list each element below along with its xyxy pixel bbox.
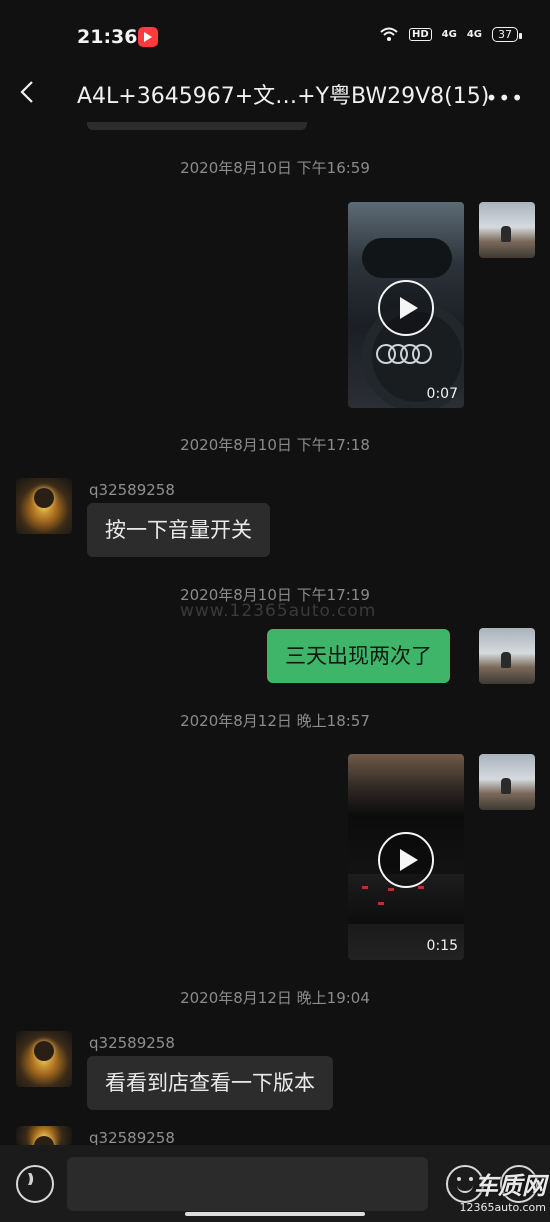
- sender-name: q32589258: [89, 1034, 175, 1052]
- chat-title: A4L+3645967+文…+Y粤BW29V8(15): [77, 84, 490, 109]
- video-duration: 0:07: [426, 386, 458, 402]
- back-arrow-icon[interactable]: [18, 80, 38, 104]
- audi-logo-icon: [376, 344, 440, 364]
- timestamp: 2020年8月12日 晚上19:04: [180, 989, 370, 1007]
- site-logo: 车质网 12365auto.com: [459, 1166, 546, 1214]
- video-app-notification-icon: [138, 27, 158, 47]
- my-avatar[interactable]: [479, 628, 535, 684]
- watermark-text: www.12365auto.com: [180, 601, 377, 621]
- logo-text: 车质网: [474, 1172, 546, 1200]
- previous-message-edge: [87, 122, 307, 130]
- hd-voice-icon: HD: [408, 27, 432, 41]
- timestamp: 2020年8月10日 下午16:59: [180, 159, 370, 177]
- video-duration: 0:15: [426, 938, 458, 954]
- contact-avatar[interactable]: [16, 1126, 72, 1145]
- logo-url: 12365auto.com: [459, 1201, 546, 1214]
- incoming-message[interactable]: 看看到店查看一下版本: [87, 1056, 333, 1110]
- video-message[interactable]: 0:07: [348, 202, 464, 408]
- video-message[interactable]: 0:15: [348, 754, 464, 960]
- my-avatar[interactable]: [479, 202, 535, 258]
- status-bar: 21:36 HD 4G 4G 37: [0, 0, 550, 72]
- message-text-input[interactable]: [67, 1157, 428, 1211]
- sender-name: q32589258: [89, 481, 175, 499]
- dashboard-thumbnail: [362, 238, 452, 278]
- timestamp: 2020年8月12日 晚上18:57: [180, 712, 370, 730]
- signal-icon-1: 4G: [441, 28, 457, 40]
- play-icon[interactable]: [378, 832, 434, 888]
- contact-avatar[interactable]: [16, 478, 72, 534]
- incoming-message[interactable]: 按一下音量开关: [87, 503, 270, 557]
- status-icons: HD 4G 4G 37: [379, 26, 522, 42]
- clock: 21:36: [77, 26, 138, 48]
- signal-icon-2: 4G: [466, 28, 482, 40]
- outgoing-message[interactable]: 三天出现两次了: [267, 629, 450, 683]
- my-avatar[interactable]: [479, 754, 535, 810]
- battery-icon: 37: [492, 26, 522, 42]
- timestamp: 2020年8月10日 下午17:18: [180, 436, 370, 454]
- play-icon[interactable]: [378, 280, 434, 336]
- wifi-icon: [380, 27, 398, 41]
- message-input-bar: 车质网 12365auto.com: [0, 1145, 550, 1222]
- voice-input-icon[interactable]: [16, 1165, 54, 1203]
- chat-header: A4L+3645967+文…+Y粤BW29V8(15) •••: [0, 72, 550, 116]
- more-options-icon[interactable]: •••: [486, 86, 524, 110]
- contact-avatar[interactable]: [16, 1031, 72, 1087]
- home-indicator[interactable]: [185, 1212, 365, 1216]
